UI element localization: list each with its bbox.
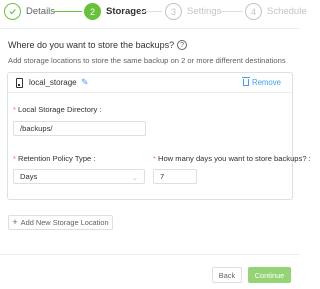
days-input[interactable]: 7 [153, 169, 197, 184]
back-button[interactable]: Back [212, 267, 242, 283]
trash-icon [241, 77, 250, 86]
directory-input[interactable]: /backups/ [13, 121, 146, 136]
retention-select[interactable]: Days ⌄ [13, 169, 145, 184]
check-icon [4, 3, 21, 20]
step-connector [140, 11, 162, 12]
divider [0, 28, 300, 29]
step-storages[interactable]: 2 Storages [84, 3, 147, 20]
continue-button[interactable]: Continue [248, 267, 291, 283]
step-label: Details [26, 6, 56, 17]
chevron-down-icon: ⌄ [132, 175, 138, 182]
section-title-text: Where do you want to store the backups? [8, 40, 175, 50]
days-label: * How many days you want to store backups… [153, 154, 311, 163]
step-details[interactable]: Details [4, 3, 55, 20]
storage-card: local_storage ✎ Remove * Local Storage Di… [7, 72, 311, 200]
divider [0, 254, 300, 255]
add-storage-button[interactable]: + Add New Storage Location [8, 215, 113, 230]
section-title: Where do you want to store the backups? … [8, 40, 188, 50]
section-subtitle: Add storage locations to store the same … [8, 56, 286, 65]
step-number: 3 [165, 3, 182, 20]
step-number: 2 [84, 3, 101, 20]
wizard-stepper: Details 2 Storages 3 Settings 4 Schedule [0, 0, 307, 28]
storage-name: local_storage [29, 78, 77, 87]
question-circle-icon[interactable]: ? [177, 40, 188, 50]
step-label: Schedule [267, 6, 307, 17]
step-settings[interactable]: 3 Settings [165, 3, 221, 20]
remove-storage-button[interactable]: Remove [241, 77, 281, 87]
step-connector [52, 11, 82, 12]
storage-card-header: local_storage ✎ Remove [8, 73, 292, 93]
remove-label: Remove [251, 78, 281, 87]
directory-label: * Local Storage Directory : [13, 105, 102, 114]
plus-icon: + [12, 217, 18, 227]
step-connector [217, 11, 243, 12]
retention-label: * Retention Policy Type : [13, 154, 96, 163]
step-number: 4 [245, 3, 262, 20]
storage-device-icon [16, 78, 23, 88]
pencil-icon[interactable]: ✎ [81, 77, 89, 88]
step-schedule[interactable]: 4 Schedule [245, 3, 307, 20]
